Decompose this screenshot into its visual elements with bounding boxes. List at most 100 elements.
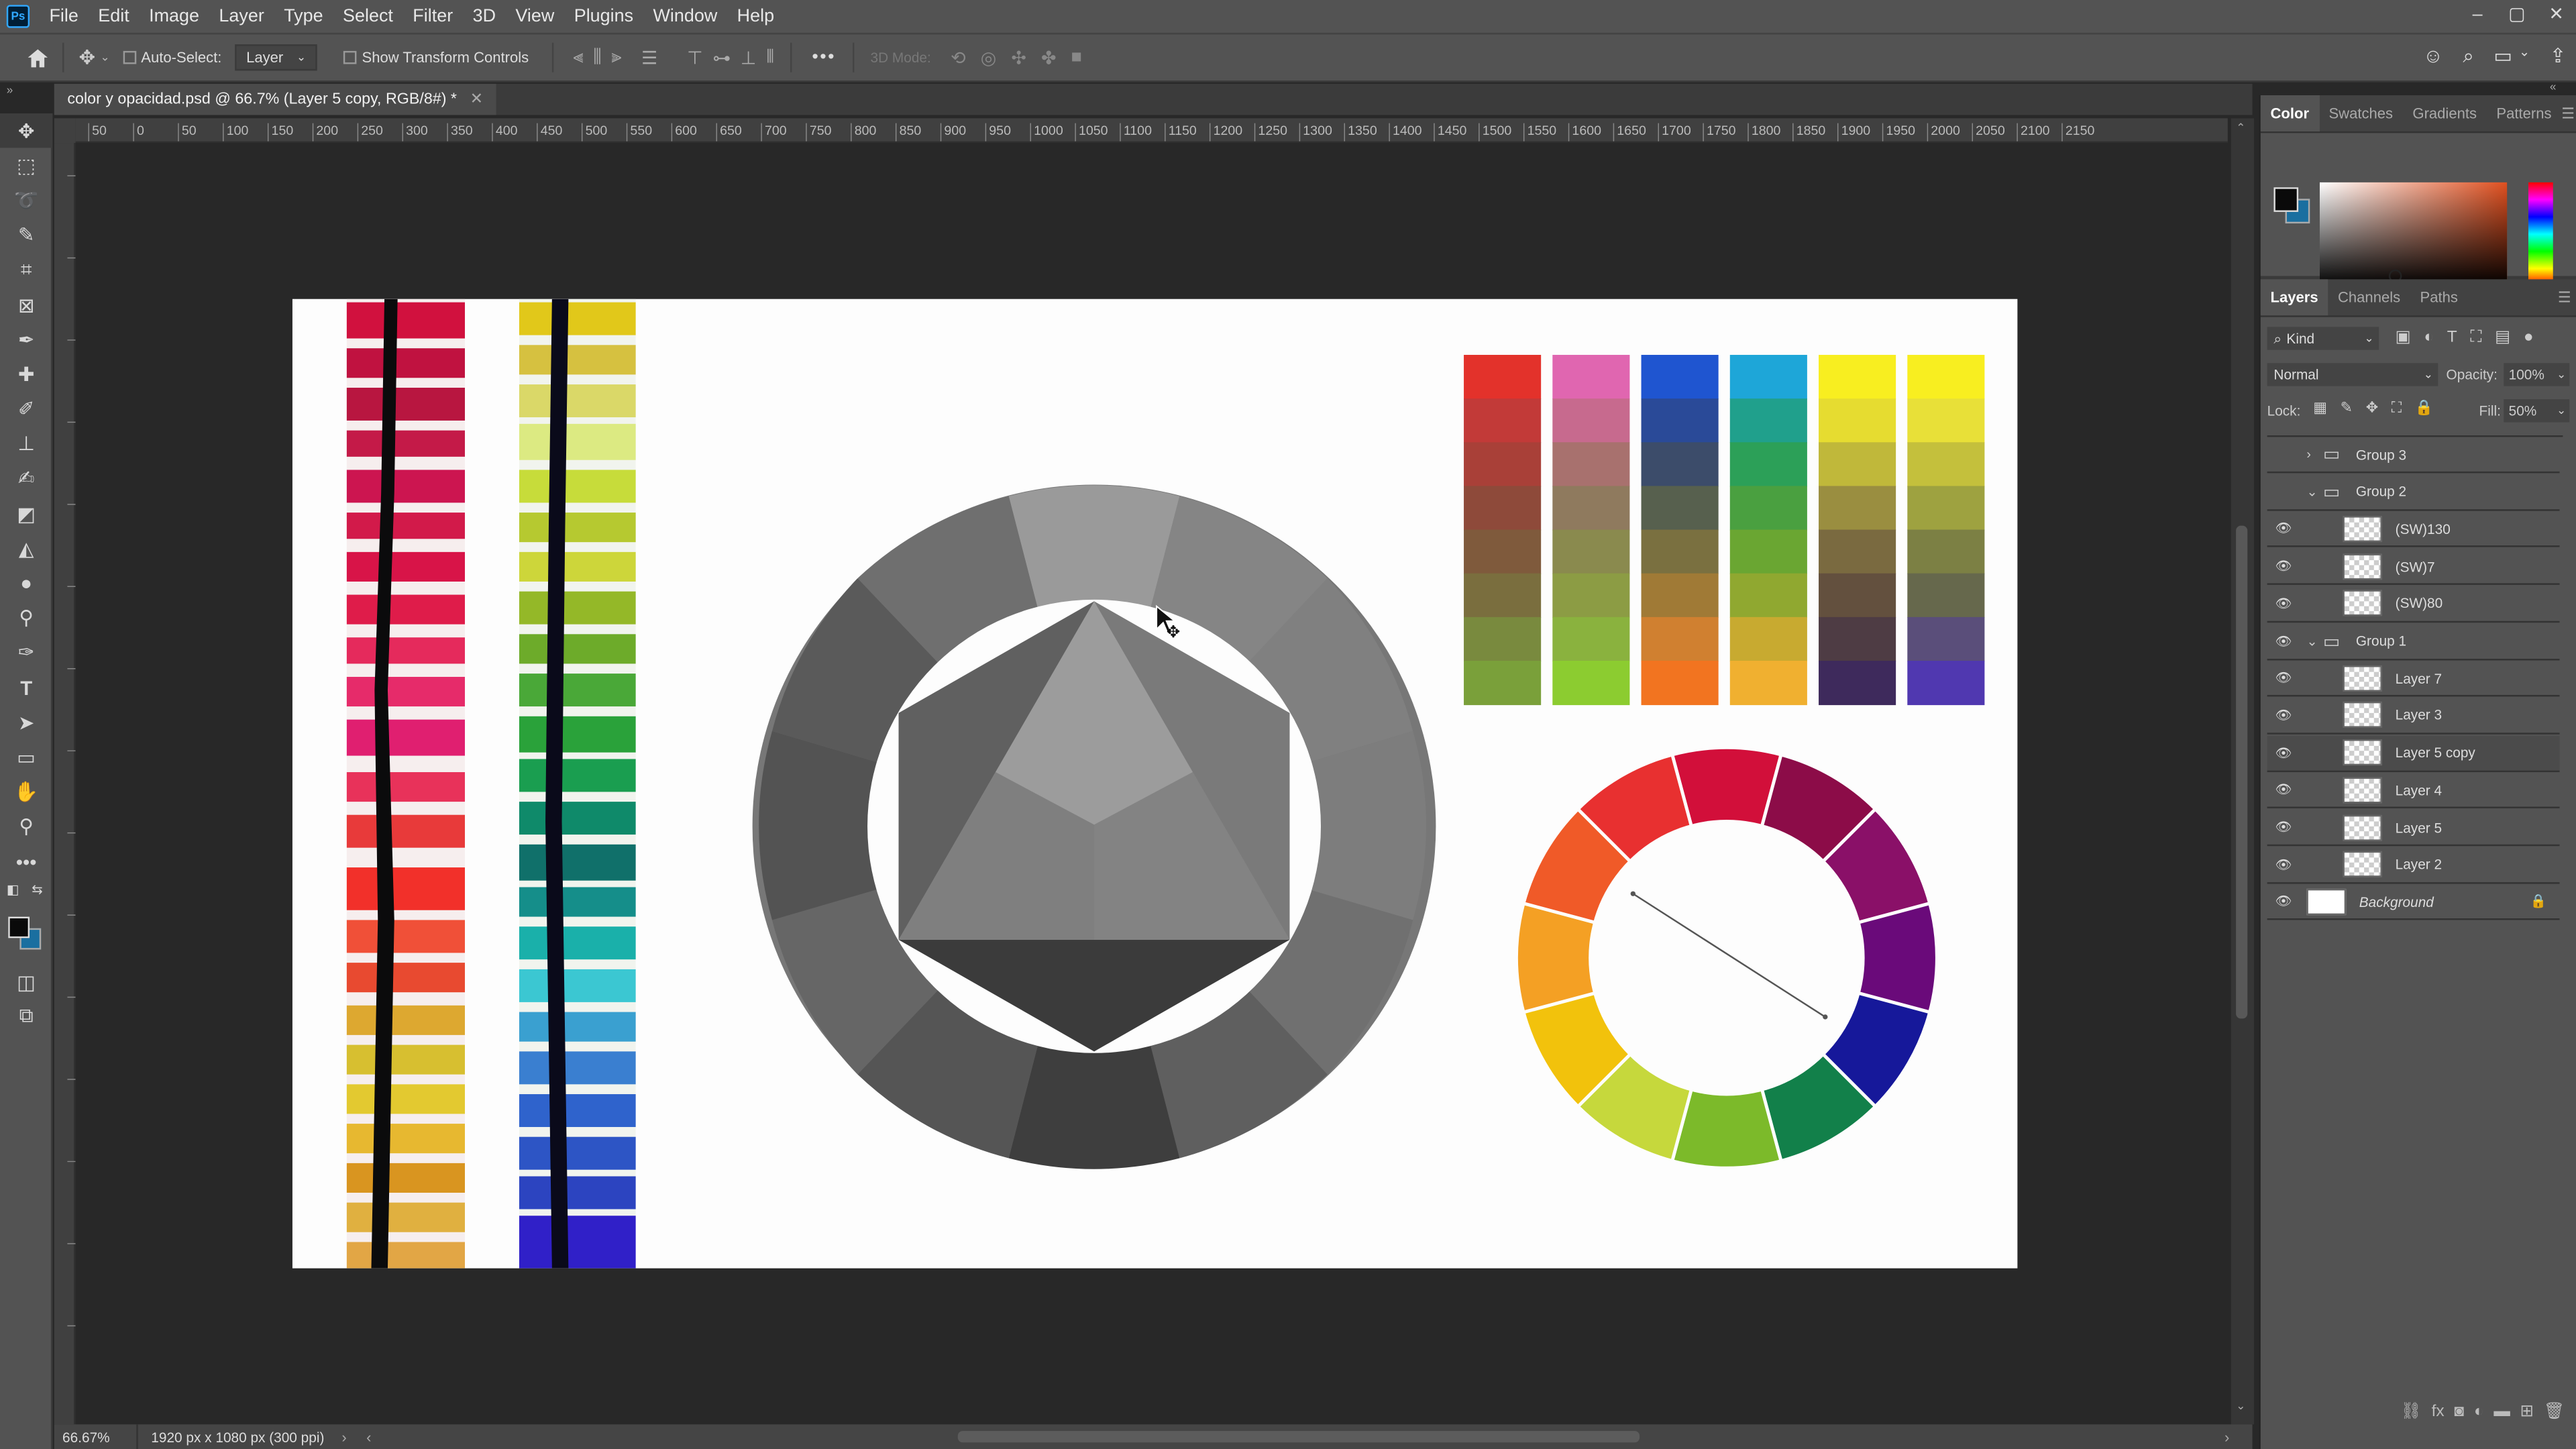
magic-wand-tool-icon[interactable]: ✎ — [0, 218, 52, 253]
hue-slider[interactable] — [2528, 182, 2553, 286]
move-tool-icon[interactable]: ✥ — [0, 113, 53, 148]
filter-smart-object-icon[interactable]: ▤ — [2495, 329, 2510, 347]
color-panel-menu-icon[interactable]: ☰ — [2561, 95, 2576, 131]
tab-swatches[interactable]: Swatches — [2319, 95, 2403, 131]
menu-layer[interactable]: Layer — [209, 7, 274, 26]
group-expand-icon[interactable]: › — [2306, 447, 2322, 462]
document-tab[interactable]: color y opacidad.psd @ 66.7% (Layer 5 co… — [54, 83, 496, 115]
filter-type-icon[interactable]: T — [2447, 329, 2457, 347]
tool-preset-chevron-icon[interactable]: ⌄ — [100, 51, 109, 64]
history-brush-tool-icon[interactable]: ✍ — [0, 462, 52, 496]
pen-tool-icon[interactable]: ✑ — [0, 635, 52, 670]
clone-stamp-tool-icon[interactable]: ⊥ — [0, 427, 52, 462]
show-transform-checkbox[interactable] — [343, 50, 358, 64]
zoom-tool-icon[interactable]: ⚲ — [0, 810, 52, 845]
toolbar-collapse-icon[interactable]: » — [7, 85, 13, 97]
menu-help[interactable]: Help — [727, 7, 784, 26]
vertical-ruler[interactable] — [54, 143, 76, 1425]
close-tab-icon[interactable]: ✕ — [470, 91, 484, 109]
menu-file[interactable]: File — [40, 7, 89, 26]
layer-row-background[interactable]: 👁 Background 🔒 — [2267, 885, 2560, 921]
layer-row-layer-2[interactable]: 👁 Layer 2 — [2267, 847, 2560, 883]
color-field[interactable] — [2319, 182, 2508, 286]
group-expand-icon[interactable]: ⌄ — [2306, 633, 2322, 648]
align-left-icon[interactable]: ⫷ — [573, 47, 583, 68]
layer-row-group-3[interactable]: › ▭ Group 3 — [2267, 437, 2560, 474]
filter-toggle-icon[interactable]: ● — [2524, 329, 2534, 347]
blur-tool-icon[interactable]: ● — [0, 566, 52, 601]
edit-toolbar-icon[interactable]: ••• — [0, 845, 52, 879]
menu-edit[interactable]: Edit — [89, 7, 140, 26]
scroll-right-icon[interactable]: › — [2224, 1428, 2229, 1444]
scroll-up-icon[interactable]: ⌃ — [2236, 121, 2245, 135]
marquee-tool-icon[interactable]: ⬚ — [0, 148, 52, 183]
tab-layers[interactable]: Layers — [2260, 279, 2328, 316]
screen-mode-icon[interactable]: ⧉ — [0, 1000, 52, 1034]
paint-bucket-tool-icon[interactable]: ◭ — [0, 531, 52, 566]
layer-style-icon[interactable]: fx — [2432, 1402, 2445, 1420]
align-bottom-icon[interactable]: ⊥ — [741, 47, 756, 68]
3d-orbit-icon[interactable]: ⟲ — [951, 47, 966, 68]
horizontal-ruler[interactable]: 50 0 50 100 150 200 250 300 350 400 450 500 550 600 65… — [75, 118, 2228, 144]
3d-roll-icon[interactable]: ◎ — [981, 47, 997, 68]
menu-image[interactable]: Image — [139, 7, 209, 26]
layer-row--sw-80[interactable]: 👁 (SW)80 — [2267, 586, 2560, 623]
foreground-color-swatch[interactable] — [8, 916, 30, 938]
scroll-down-icon[interactable]: ⌄ — [2236, 1400, 2245, 1413]
menu-window[interactable]: Window — [643, 7, 727, 26]
3d-slide-icon[interactable]: ✤ — [1041, 47, 1057, 68]
visibility-eye-icon[interactable]: 👁 — [2267, 633, 2300, 648]
menu-select[interactable]: Select — [333, 7, 402, 26]
home-icon[interactable] — [23, 44, 52, 70]
lock-all-icon[interactable]: 🔒 — [2415, 399, 2433, 417]
layer-row--sw-130[interactable]: 👁 (SW)130 — [2267, 512, 2560, 548]
minimize-button[interactable]: – — [2458, 0, 2498, 33]
layer-row-layer-7[interactable]: 👁 Layer 7 — [2267, 661, 2560, 697]
menu-3d[interactable]: 3D — [463, 7, 506, 26]
brush-tool-icon[interactable]: ✐ — [0, 392, 52, 427]
panels-collapse-icon[interactable]: « — [2550, 82, 2557, 93]
3d-pan-icon[interactable]: ✣ — [1011, 47, 1026, 68]
tab-channels[interactable]: Channels — [2328, 279, 2410, 315]
distribute-horizontal-icon[interactable]: ⦀ — [766, 47, 774, 68]
opacity-field[interactable]: 100% ⌄ — [2504, 363, 2570, 386]
layer-row--sw-7[interactable]: 👁 (SW)7 — [2267, 549, 2560, 586]
hand-tool-icon[interactable]: ✋ — [0, 775, 52, 810]
lock-image-icon[interactable]: ✎ — [2341, 399, 2353, 417]
menu-filter[interactable]: Filter — [403, 7, 463, 26]
eraser-tool-icon[interactable]: ◩ — [0, 496, 52, 531]
align-middle-icon[interactable]: ⊶ — [712, 47, 731, 68]
auto-select-target-dropdown[interactable]: Layer ⌄ — [234, 44, 318, 71]
learn-icon[interactable]: ☺ — [2423, 44, 2443, 69]
align-center-icon[interactable]: ⫼ — [593, 47, 601, 68]
canvas-workspace[interactable]: ✥ — [75, 143, 2228, 1425]
visibility-eye-icon[interactable]: 👁 — [2267, 596, 2300, 610]
adjustment-layer-icon[interactable]: ◐ — [2474, 1402, 2484, 1420]
visibility-eye-icon[interactable]: 👁 — [2267, 671, 2300, 686]
filter-pixel-icon[interactable]: ▣ — [2396, 329, 2411, 347]
scroll-left-icon[interactable]: ‹ — [366, 1428, 371, 1444]
frame-tool-icon[interactable]: ⊠ — [0, 287, 52, 322]
align-top-icon[interactable]: ⊤ — [687, 47, 702, 68]
layer-row-group-2[interactable]: ⌄ ▭ Group 2 — [2267, 474, 2560, 511]
layer-row-group-1[interactable]: 👁 ⌄ ▭ Group 1 — [2267, 623, 2560, 660]
status-menu-icon[interactable]: › — [341, 1428, 346, 1444]
visibility-eye-icon[interactable]: 👁 — [2267, 521, 2300, 536]
fill-field[interactable]: 50% ⌄ — [2504, 399, 2570, 423]
visibility-eye-icon[interactable]: 👁 — [2267, 708, 2300, 722]
lock-position-icon[interactable]: ✥ — [2366, 399, 2378, 417]
visibility-eye-icon[interactable]: 👁 — [2267, 857, 2300, 872]
menu-view[interactable]: View — [506, 7, 564, 26]
add-mask-icon[interactable]: ◙ — [2454, 1402, 2464, 1420]
distribute-vertical-icon[interactable]: ☰ — [641, 47, 657, 68]
tab-gradients[interactable]: Gradients — [2403, 95, 2487, 131]
path-selection-tool-icon[interactable]: ➤ — [0, 705, 52, 740]
visibility-eye-icon[interactable]: 👁 — [2267, 559, 2300, 574]
tab-paths[interactable]: Paths — [2410, 279, 2468, 315]
new-group-icon[interactable]: ▬ — [2493, 1402, 2510, 1420]
filter-adjustment-icon[interactable]: ◐ — [2424, 329, 2434, 347]
workspace-icon[interactable]: ▭ — [2493, 44, 2512, 69]
layer-row-layer-5[interactable]: 👁 Layer 5 — [2267, 810, 2560, 847]
menu-plugins[interactable]: Plugins — [564, 7, 643, 26]
maximize-button[interactable]: ▢ — [2497, 0, 2536, 33]
